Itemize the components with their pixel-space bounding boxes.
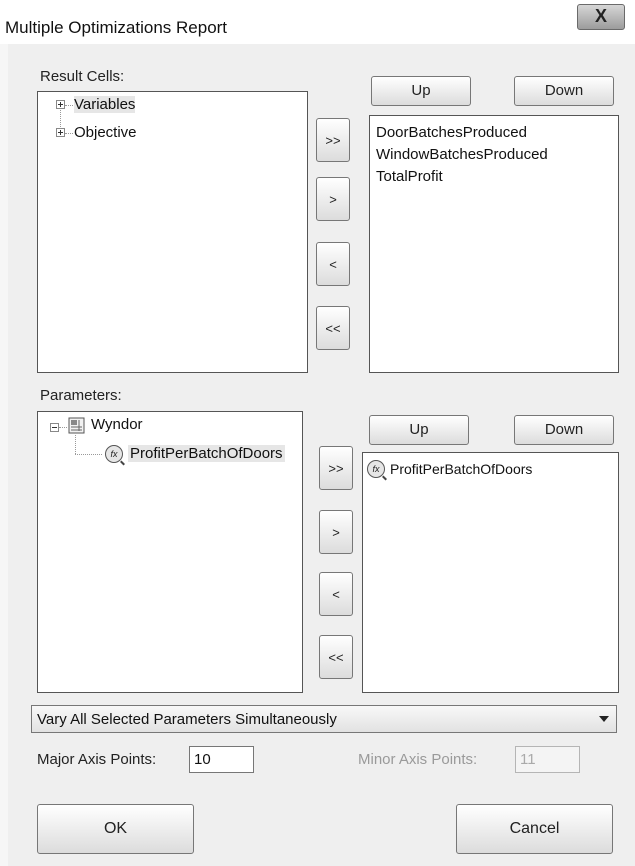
remove-all-label: << xyxy=(325,321,341,336)
add-parameter-button[interactable]: > xyxy=(319,510,353,554)
vary-mode-select[interactable]: Vary All Selected Parameters Simultaneou… xyxy=(31,705,617,733)
up-label: Up xyxy=(411,82,431,99)
add-label: > xyxy=(329,192,337,207)
add-all-results-button[interactable]: >> xyxy=(316,118,350,162)
cancel-button[interactable]: Cancel xyxy=(456,804,613,854)
ok-button[interactable]: OK xyxy=(37,804,194,854)
parameter-up-button[interactable]: Up xyxy=(369,415,469,445)
ok-label: OK xyxy=(103,820,128,837)
list-item[interactable]: ProfitPerBatchOfDoors xyxy=(390,461,532,477)
expand-variables-icon[interactable] xyxy=(56,100,65,109)
remove-label: < xyxy=(329,257,337,272)
remove-label: < xyxy=(332,587,340,602)
add-label: > xyxy=(332,525,340,540)
selected-parameters-list[interactable]: fx ProfitPerBatchOfDoors xyxy=(362,452,619,693)
tree-line xyxy=(75,435,76,454)
list-item[interactable]: DoorBatchesProduced xyxy=(376,124,527,141)
list-item[interactable]: WindowBatchesProduced xyxy=(376,146,548,163)
result-down-button[interactable]: Down xyxy=(514,76,614,106)
add-all-label: >> xyxy=(328,461,344,476)
tree-item-variables[interactable]: Variables xyxy=(74,96,136,113)
result-cells-label: Result Cells: xyxy=(40,68,125,85)
title-bar: Multiple Optimizations Report X xyxy=(0,0,635,44)
tree-item-objective[interactable]: Objective xyxy=(74,124,137,141)
multiple-optimizations-dialog: Multiple Optimizations Report X Result C… xyxy=(0,0,635,866)
cancel-label: Cancel xyxy=(509,820,560,837)
window-title: Multiple Optimizations Report xyxy=(5,18,228,37)
tree-item-profit-per-batch-of-doors[interactable]: ProfitPerBatchOfDoors xyxy=(128,445,285,462)
remove-all-results-button[interactable]: << xyxy=(316,306,350,350)
fx-icon: fx xyxy=(105,445,123,463)
major-axis-points-label: Major Axis Points: xyxy=(37,751,157,768)
fx-icon: fx xyxy=(367,460,385,478)
add-all-label: >> xyxy=(325,133,341,148)
expand-objective-icon[interactable] xyxy=(56,128,65,137)
vary-mode-value: Vary All Selected Parameters Simultaneou… xyxy=(37,711,337,728)
down-label: Down xyxy=(544,421,584,438)
major-axis-points-field[interactable]: 10 xyxy=(189,746,254,773)
remove-result-button[interactable]: < xyxy=(316,242,350,286)
collapse-wyndor-icon[interactable] xyxy=(50,423,59,432)
remove-all-parameters-button[interactable]: << xyxy=(319,635,353,679)
add-result-button[interactable]: > xyxy=(316,177,350,221)
down-label: Down xyxy=(544,82,584,99)
workbook-icon xyxy=(68,417,85,434)
remove-parameter-button[interactable]: < xyxy=(319,572,353,616)
tree-line xyxy=(65,105,73,106)
tree-item-wyndor[interactable]: Wyndor xyxy=(91,416,143,433)
result-cells-tree[interactable]: Variables Objective xyxy=(37,91,308,373)
parameter-down-button[interactable]: Down xyxy=(514,415,614,445)
minor-axis-points-label: Minor Axis Points: xyxy=(358,751,478,768)
result-up-button[interactable]: Up xyxy=(371,76,471,106)
remove-all-label: << xyxy=(328,650,344,665)
tree-line xyxy=(75,454,102,455)
close-button[interactable]: X xyxy=(577,4,625,30)
minor-axis-points-field: 11 xyxy=(515,746,580,773)
tree-line xyxy=(59,427,67,428)
chevron-down-icon xyxy=(599,716,609,722)
close-icon: X xyxy=(594,6,607,26)
selected-results-list[interactable]: DoorBatchesProduced WindowBatchesProduce… xyxy=(369,115,619,373)
add-all-parameters-button[interactable]: >> xyxy=(319,446,353,490)
up-label: Up xyxy=(409,421,429,438)
list-item[interactable]: TotalProfit xyxy=(376,168,443,185)
parameters-label: Parameters: xyxy=(40,387,122,404)
window-border xyxy=(0,44,8,866)
tree-line xyxy=(65,133,73,134)
parameters-tree[interactable]: Wyndor fx ProfitPerBatchOfDoors xyxy=(37,411,303,693)
